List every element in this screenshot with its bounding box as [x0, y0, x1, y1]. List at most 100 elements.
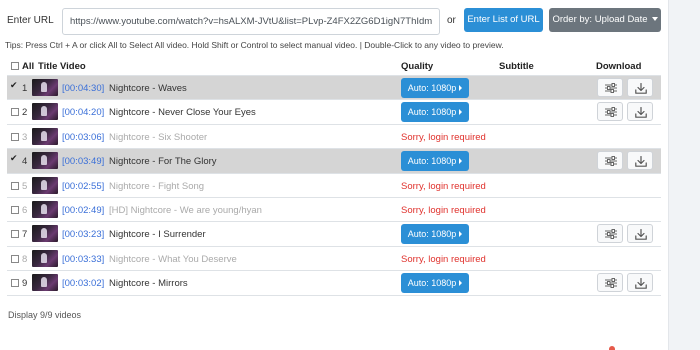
table-row[interactable]: 2 [00:04:20] Nightcore - Never Close Your … [7, 100, 661, 125]
row-checkbox[interactable] [11, 181, 19, 190]
caret-right-icon [459, 158, 463, 165]
quality-button[interactable]: Auto: 1080p [401, 151, 469, 172]
video-title: Nightcore - What You Deserve [109, 253, 237, 265]
settings-button[interactable] [597, 151, 623, 171]
all-header[interactable]: All [22, 61, 34, 72]
quality-label: Auto: 1080p [407, 229, 457, 240]
video-duration: [00:03:02] [62, 278, 105, 290]
row-checkbox[interactable] [11, 205, 19, 214]
url-toolbar: Enter URL or Enter List of URL Order by:… [0, 4, 668, 35]
settings-button[interactable] [597, 224, 623, 244]
enter-url-label: Enter URL [7, 15, 54, 26]
table-row[interactable]: 5 [00:02:55] Nightcore - Fight Song Sorry, … [7, 174, 661, 198]
video-thumbnail[interactable] [32, 79, 58, 96]
video-title: [HD] Nightcore - We are young/hyan [109, 204, 262, 216]
subtitle-header: Subtitle [499, 61, 534, 72]
video-thumbnail[interactable] [32, 176, 58, 194]
quality-header: Quality [401, 61, 434, 72]
table-row[interactable]: 6 [00:02:49] [HD] Nightcore - We are young… [7, 198, 661, 223]
download-button[interactable] [627, 273, 653, 293]
login-required-message: Sorry, login required [401, 131, 486, 143]
quality-button[interactable]: Auto: 1080p [401, 224, 469, 245]
select-all-checkbox[interactable] [11, 62, 19, 70]
quality-label: Auto: 1080p [407, 156, 457, 167]
order-by-dropdown[interactable]: Order by: Upload Date [549, 8, 661, 32]
video-duration: [00:02:55] [62, 180, 105, 192]
table-row[interactable]: 7 [00:03:23] Nightcore - I Surrender Auto: … [7, 222, 661, 247]
row-checkbox[interactable] [11, 279, 19, 288]
video-thumbnail[interactable] [32, 249, 58, 267]
row-checkbox[interactable] [10, 153, 19, 165]
caret-right-icon [459, 85, 463, 91]
quality-button[interactable]: Auto: 1080p [401, 273, 469, 294]
download-header: Download [596, 61, 642, 72]
order-by-label: Order by: Upload Date [552, 14, 648, 25]
display-count: Display 9/9 videos [8, 310, 82, 320]
table-header: All Title Video Quality Subtitle Downloa… [7, 56, 661, 76]
quality-button[interactable]: Auto: 1080p [401, 102, 469, 123]
login-required-message: Sorry, login required [401, 204, 486, 216]
row-number: 2 [22, 107, 28, 119]
row-number: 7 [22, 229, 28, 241]
video-thumbnail[interactable] [32, 103, 58, 121]
video-title: Nightcore - Six Shooter [109, 131, 208, 143]
table-row[interactable]: 3 [00:03:06] Nightcore - Six Shooter Sorry,… [7, 125, 661, 150]
download-button[interactable] [627, 78, 653, 97]
video-title: Nightcore - Never Close Your Eyes [109, 107, 256, 119]
video-title: Nightcore - For The Glory [109, 156, 217, 168]
settings-button[interactable] [597, 102, 623, 122]
video-thumbnail[interactable] [32, 200, 58, 218]
caret-right-icon [459, 231, 463, 238]
video-title: Nightcore - Fight Song [109, 180, 205, 192]
row-checkbox[interactable] [11, 230, 19, 239]
partial-badge [609, 346, 615, 350]
tips-text: Tips: Press Ctrl + A or click All to Sel… [5, 40, 504, 50]
row-checkbox[interactable] [11, 132, 19, 141]
caret-right-icon [459, 109, 463, 116]
right-gutter [668, 0, 700, 350]
video-title: Nightcore - Mirrors [109, 278, 188, 290]
video-thumbnail[interactable] [32, 225, 58, 243]
video-thumbnail[interactable] [32, 152, 58, 170]
row-number: 4 [22, 156, 28, 168]
row-checkbox[interactable] [11, 108, 19, 117]
login-required-message: Sorry, login required [401, 180, 486, 192]
settings-button[interactable] [597, 78, 623, 97]
quality-label: Auto: 1080p [407, 278, 457, 289]
quality-label: Auto: 1080p [407, 107, 457, 118]
table-row[interactable]: 1 [00:04:30] Nightcore - Waves Auto: 1080p [7, 76, 661, 101]
login-required-message: Sorry, login required [401, 253, 486, 265]
table-row[interactable]: 8 [00:03:33] Nightcore - What You Deserve S… [7, 247, 661, 272]
table-row[interactable]: 4 [00:03:49] Nightcore - For The Glory Auto… [7, 149, 661, 174]
row-number: 8 [22, 253, 28, 265]
quality-button[interactable]: Auto: 1080p [401, 78, 469, 98]
video-duration: [00:03:23] [62, 229, 105, 241]
table-row[interactable]: 9 [00:03:02] Nightcore - Mirrors Auto: 1080… [7, 271, 661, 296]
video-thumbnail[interactable] [32, 127, 58, 145]
settings-button[interactable] [597, 273, 623, 293]
title-video-header: Title Video [38, 61, 86, 72]
video-duration: [00:03:49] [62, 156, 105, 168]
download-button[interactable] [627, 102, 653, 122]
download-button[interactable] [627, 151, 653, 171]
row-number: 1 [22, 83, 28, 94]
video-duration: [00:03:33] [62, 253, 105, 265]
quality-label: Auto: 1080p [407, 83, 457, 93]
caret-right-icon [459, 280, 463, 287]
video-thumbnail[interactable] [32, 274, 58, 292]
download-button[interactable] [627, 224, 653, 244]
row-checkbox[interactable] [10, 80, 19, 92]
video-duration: [00:04:30] [62, 83, 105, 94]
table-body: 1[00:04:30]Nightcore - WavesAuto: 1080p2… [7, 76, 661, 296]
enter-list-of-url-button[interactable]: Enter List of URL [464, 8, 543, 32]
row-number: 9 [22, 278, 28, 290]
url-input[interactable] [62, 8, 440, 35]
row-checkbox[interactable] [11, 254, 19, 263]
or-label: or [447, 15, 456, 26]
row-number: 3 [22, 131, 28, 143]
caret-down-icon [651, 17, 658, 21]
video-title: Nightcore - I Surrender [109, 229, 206, 241]
row-number: 6 [22, 204, 28, 216]
video-duration: [00:04:20] [62, 107, 105, 119]
video-table: All Title Video Quality Subtitle Downloa… [7, 56, 661, 296]
